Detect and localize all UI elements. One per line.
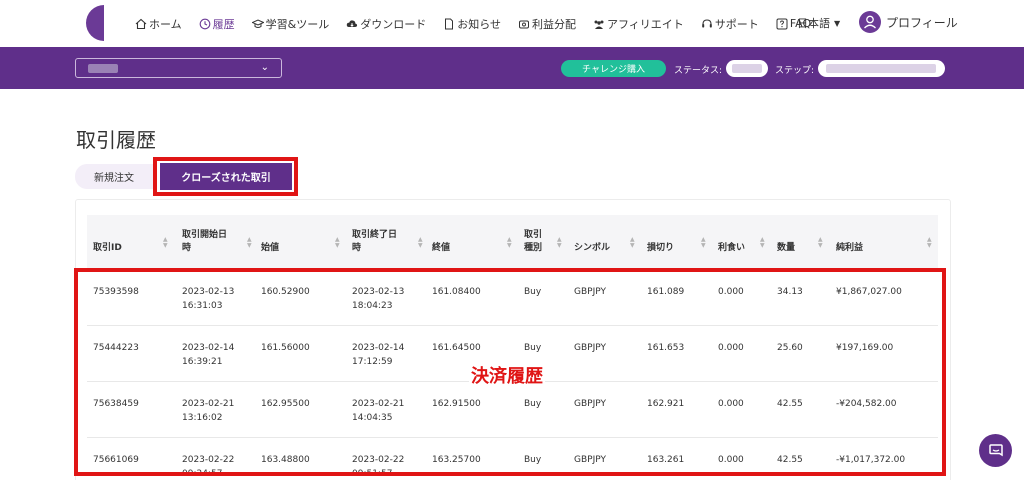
column-header-open-price[interactable]: 始値: [261, 242, 279, 255]
column-header-net-profit[interactable]: 純利益: [836, 242, 863, 255]
users-icon: [594, 20, 604, 29]
cloud-download-icon: [347, 19, 358, 27]
sort-icon[interactable]: ▲ ▼: [927, 237, 932, 249]
column-header-open-time[interactable]: 取引開始日 時: [182, 229, 227, 255]
chat-icon: [988, 443, 1003, 456]
nav-menu: ホーム 履歴 学習&ツール ダウンロード お知らせ 利益分配 アフィリエイト サ…: [135, 0, 828, 47]
caret-down-icon: ▼: [834, 18, 841, 28]
clock-icon: [199, 18, 211, 29]
column-header-take-profit[interactable]: 利食い: [718, 242, 745, 255]
page-title: 取引履歴: [76, 128, 156, 152]
language-selector[interactable]: 日本語 ▼: [797, 15, 840, 31]
nav-item-label: 利益分配: [532, 17, 577, 31]
graduation-cap-icon: [251, 18, 264, 28]
redacted-step: [826, 64, 936, 73]
column-header-close-price[interactable]: 終値: [432, 242, 450, 255]
nav-item-profit-share[interactable]: 利益分配: [518, 16, 576, 32]
annotation-label: 決済履歴: [469, 362, 545, 388]
challenge-purchase-button[interactable]: チャレンジ購入: [561, 60, 666, 77]
profile-menu[interactable]: プロフィール: [859, 11, 958, 33]
nav-item-learning-tools[interactable]: 学習&ツール: [251, 16, 330, 32]
nav-item-label: アフィリエイト: [607, 17, 684, 31]
sort-icon[interactable]: ▲ ▼: [630, 237, 635, 249]
nav-item-label: お知らせ: [457, 17, 502, 31]
status-label: ステータス:: [674, 66, 723, 76]
step-badge: [818, 60, 945, 77]
column-header-symbol[interactable]: シンボル: [574, 242, 610, 255]
top-navigation: ホーム 履歴 学習&ツール ダウンロード お知らせ 利益分配 アフィリエイト サ…: [0, 0, 1024, 47]
nav-item-news[interactable]: お知らせ: [443, 16, 501, 32]
sort-icon[interactable]: ▲ ▼: [818, 237, 823, 249]
table-header: 取引ID ▲ ▼ 取引開始日 時 ▲ ▼ 始値 ▲ ▼ 取引終了日 時 ▲ ▼ 終値 ▲ ▼ 取引 種別 ▲ ▼ シ…: [87, 215, 938, 270]
sort-icon[interactable]: ▲ ▼: [163, 237, 168, 249]
sort-icon[interactable]: ▲ ▼: [760, 237, 765, 249]
nav-item-download[interactable]: ダウンロード: [346, 16, 426, 32]
column-header-trade-type[interactable]: 取引 種別: [524, 229, 542, 255]
profile-label: プロフィール: [886, 15, 958, 30]
nav-item-label: ホーム: [149, 17, 182, 31]
sort-icon[interactable]: ▲ ▼: [418, 237, 423, 249]
document-icon: [445, 18, 454, 29]
column-header-id[interactable]: 取引ID: [93, 242, 122, 255]
highlight-box-tab: [153, 157, 298, 196]
column-header-stop-loss[interactable]: 損切り: [647, 242, 674, 255]
tab-new-orders[interactable]: 新規注文: [75, 164, 153, 189]
step-label: ステップ:: [775, 66, 815, 76]
redacted-account: [88, 64, 118, 73]
nav-item-label: サポート: [714, 17, 759, 31]
status-badge: [726, 60, 768, 77]
redacted-status: [732, 64, 762, 73]
user-icon: [864, 15, 876, 29]
nav-item-support[interactable]: サポート: [701, 16, 759, 32]
sort-icon[interactable]: ▲ ▼: [557, 237, 562, 249]
sort-icon[interactable]: ▲ ▼: [247, 237, 252, 249]
avatar: [859, 11, 881, 33]
column-header-volume[interactable]: 数量: [777, 242, 795, 255]
chat-button[interactable]: [979, 434, 1012, 467]
nav-item-history[interactable]: 履歴: [199, 16, 235, 32]
nav-item-label: 履歴: [212, 17, 235, 31]
nav-item-label: ダウンロード: [360, 17, 427, 31]
nav-item-affiliate[interactable]: アフィリエイト: [593, 16, 684, 32]
account-bar: ⌄ チャレンジ購入 ステータス: ステップ:: [0, 47, 1024, 89]
logo-icon[interactable]: [86, 5, 104, 41]
headset-icon: [702, 18, 712, 27]
question-icon: [776, 18, 788, 29]
piggy-bank-icon: [519, 20, 530, 28]
home-icon: [135, 18, 147, 29]
chevron-down-icon: ⌄: [260, 62, 269, 73]
account-select[interactable]: ⌄: [75, 58, 282, 78]
sort-icon[interactable]: ▲ ▼: [701, 237, 706, 249]
nav-item-home[interactable]: ホーム: [135, 16, 182, 32]
sort-icon[interactable]: ▲ ▼: [335, 237, 340, 249]
sort-icon[interactable]: ▲ ▼: [507, 237, 512, 249]
nav-item-label: 学習&ツール: [265, 17, 330, 31]
language-label: 日本語: [797, 17, 830, 30]
column-header-close-time[interactable]: 取引終了日 時: [352, 229, 397, 255]
